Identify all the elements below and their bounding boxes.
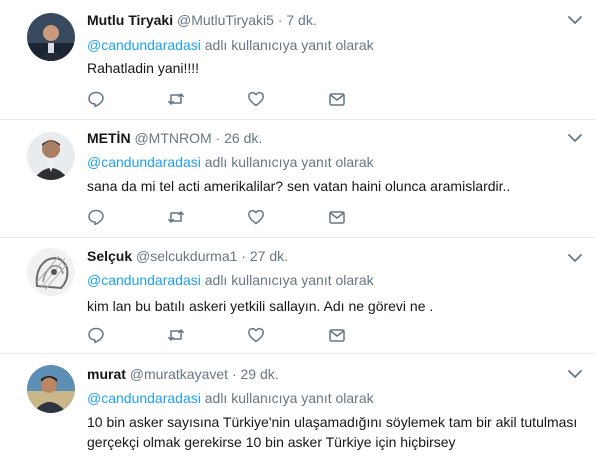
- chevron-down-icon[interactable]: [567, 132, 583, 144]
- direct-message-button[interactable]: [328, 208, 348, 228]
- timestamp[interactable]: 7 dk.: [286, 12, 316, 28]
- retweet-icon: [168, 211, 184, 223]
- direct-message-button[interactable]: [328, 90, 348, 110]
- reply-context-label: adlı kullanıcıya yanıt olarak: [204, 154, 374, 170]
- separator-dot: ·: [215, 130, 221, 146]
- reply-context-label: adlı kullanıcıya yanıt olarak: [204, 37, 374, 53]
- display-name[interactable]: Selçuk: [87, 248, 132, 264]
- retweet-icon: [168, 93, 184, 105]
- tweet-item[interactable]: murat @muratkayavet · 29 dk. @candundara…: [0, 354, 595, 460]
- retweet-button[interactable]: [167, 208, 187, 228]
- timestamp[interactable]: 26 dk.: [224, 130, 262, 146]
- tweet-header: METİN @MTNROM · 26 dk.: [87, 130, 262, 146]
- avatar[interactable]: [27, 365, 75, 413]
- reply-icon: [88, 327, 104, 344]
- direct-message-icon: [329, 329, 345, 342]
- display-name[interactable]: murat: [87, 366, 126, 382]
- chevron-down-icon[interactable]: [567, 368, 583, 380]
- chevron-down-icon[interactable]: [567, 14, 583, 26]
- separator-dot: ·: [277, 12, 283, 28]
- reply-context: @candundaradasi adlı kullanıcıya yanıt o…: [87, 37, 374, 53]
- like-button[interactable]: [247, 326, 267, 346]
- username[interactable]: @muratkayavet: [130, 366, 228, 382]
- like-button[interactable]: [247, 208, 267, 228]
- retweet-icon: [168, 329, 184, 341]
- avatar[interactable]: [27, 132, 75, 180]
- reply-icon: [88, 91, 104, 108]
- tweet-text: kim lan bu batılı askeri yetkili sallayı…: [87, 298, 434, 314]
- username[interactable]: @MutluTiryaki5: [177, 12, 274, 28]
- tweet-header: murat @muratkayavet · 29 dk.: [87, 366, 279, 382]
- reply-mention-link[interactable]: @candundaradasi: [87, 390, 201, 406]
- direct-message-icon: [329, 93, 345, 106]
- reply-mention-link[interactable]: @candundaradasi: [87, 272, 201, 288]
- tweet-header: Selçuk @selcukdurma1 · 27 dk.: [87, 248, 288, 264]
- avatar[interactable]: [27, 248, 75, 296]
- reply-context-label: adlı kullanıcıya yanıt olarak: [204, 390, 374, 406]
- heart-icon: [248, 327, 264, 343]
- username[interactable]: @selcukdurma1: [136, 248, 237, 264]
- reply-context: @candundaradasi adlı kullanıcıya yanıt o…: [87, 272, 374, 288]
- reply-context-label: adlı kullanıcıya yanıt olarak: [204, 272, 374, 288]
- reply-mention-link[interactable]: @candundaradasi: [87, 37, 201, 53]
- chevron-down-icon[interactable]: [567, 252, 583, 264]
- display-name[interactable]: METİN: [87, 130, 131, 146]
- retweet-button[interactable]: [167, 326, 187, 346]
- tweet-item[interactable]: Selçuk @selcukdurma1 · 27 dk. @candundar…: [0, 238, 595, 354]
- reply-context: @candundaradasi adlı kullanıcıya yanıt o…: [87, 154, 374, 170]
- tweet-text-line: 10 bin asker sayısına Türkiye'nin ulaşam…: [87, 414, 578, 430]
- timestamp[interactable]: 27 dk.: [250, 248, 288, 264]
- username[interactable]: @MTNROM: [134, 130, 211, 146]
- tweet-text-line: gerçekçi olmak gerekirse 10 bin asker Tü…: [87, 434, 456, 450]
- reply-mention-link[interactable]: @candundaradasi: [87, 154, 201, 170]
- reply-button[interactable]: [87, 208, 107, 228]
- tweet-text: Rahatladin yani!!!!: [87, 60, 200, 76]
- reply-button[interactable]: [87, 326, 107, 346]
- tweet-text: sana da mi tel acti amerikalilar? sen va…: [87, 178, 511, 194]
- avatar[interactable]: [27, 13, 75, 61]
- retweet-button[interactable]: [167, 90, 187, 110]
- direct-message-button[interactable]: [328, 326, 348, 346]
- reply-button[interactable]: [87, 90, 107, 110]
- tweet-text: 10 bin asker sayısına Türkiye'nin ulaşam…: [87, 412, 582, 452]
- reply-context: @candundaradasi adlı kullanıcıya yanıt o…: [87, 390, 374, 406]
- separator-dot: ·: [231, 366, 237, 382]
- heart-icon: [248, 209, 264, 225]
- direct-message-icon: [329, 211, 345, 224]
- heart-icon: [248, 91, 264, 107]
- separator-dot: ·: [241, 248, 246, 264]
- timestamp[interactable]: 29 dk.: [241, 366, 279, 382]
- reply-icon: [88, 209, 104, 226]
- tweet-header: Mutlu Tiryaki @MutluTiryaki5 · 7 dk.: [87, 12, 317, 28]
- tweet-item[interactable]: Mutlu Tiryaki @MutluTiryaki5 · 7 dk. @ca…: [0, 0, 595, 120]
- tweet-item[interactable]: METİN @MTNROM · 26 dk. @candundaradasi a…: [0, 120, 595, 238]
- display-name[interactable]: Mutlu Tiryaki: [87, 12, 173, 28]
- like-button[interactable]: [247, 90, 267, 110]
- reply-feed: Mutlu Tiryaki @MutluTiryaki5 · 7 dk. @ca…: [0, 0, 595, 460]
